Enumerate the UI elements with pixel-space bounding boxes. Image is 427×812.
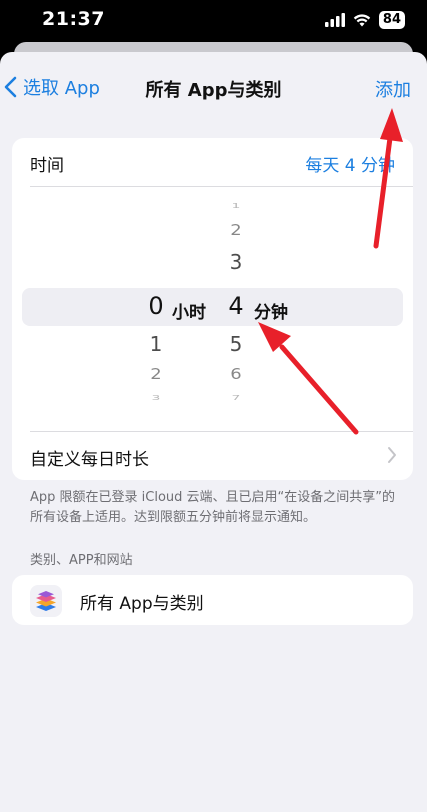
time-limit-card: 时间 每天 4 分钟 0 小时 1 2 3 1 2 3 4 分钟 5 6 7 自… [12,138,413,480]
minutes-option: 6 [230,365,242,384]
time-value: 每天 4 分钟 [305,156,395,176]
minutes-option: 3 [229,250,243,274]
custom-daily-duration-label: 自定义每日时长 [30,450,149,470]
apps-categories-label: 所有 App与类别 [80,594,204,614]
navigation-bar: 选取 App 所有 App与类别 添加 [0,70,427,104]
hours-selected: 0 [148,292,164,320]
minutes-option: 2 [230,221,242,240]
time-row[interactable]: 时间 每天 4 分钟 [12,138,413,186]
hours-option: 1 [149,332,163,356]
section-header: 类别、APP和网站 [30,553,133,568]
apps-categories-card[interactable]: 所有 App与类别 [12,575,413,625]
chevron-right-icon [388,447,396,463]
add-button[interactable]: 添加 [375,76,411,102]
modal-sheet: 选取 App 所有 App与类别 添加 时间 每天 4 分钟 0 小时 1 2 … [0,52,427,812]
picker-selection-highlight [22,288,403,326]
hours-option: 3 [151,394,161,402]
status-bar: 21:37 84 [0,0,427,44]
stack-layers-icon [30,585,62,617]
battery-indicator: 84 [378,11,405,29]
custom-daily-duration-row[interactable]: 自定义每日时长 [12,432,413,480]
minutes-option: 7 [231,394,241,402]
limit-footnote: App 限额在已登录 iCloud 云端、且已启用“在设备之间共享”的所有设备上… [30,490,396,525]
status-icons: 84 [324,11,405,29]
status-time: 21:37 [42,8,105,30]
minutes-option: 1 [231,202,241,210]
chevron-left-icon [4,76,17,98]
time-label: 时间 [30,156,64,176]
cellular-signal-icon [324,13,345,27]
minutes-option: 5 [229,332,243,356]
minutes-unit-label: 分钟 [254,303,288,323]
wifi-icon [353,14,371,27]
hours-unit-label: 小时 [172,303,206,323]
duration-picker[interactable]: 0 小时 1 2 3 1 2 3 4 分钟 5 6 7 [12,186,413,431]
back-button[interactable]: 选取 App [4,74,100,100]
hours-option: 2 [150,365,162,384]
minutes-selected: 4 [228,292,244,320]
back-button-label: 选取 App [23,78,100,99]
